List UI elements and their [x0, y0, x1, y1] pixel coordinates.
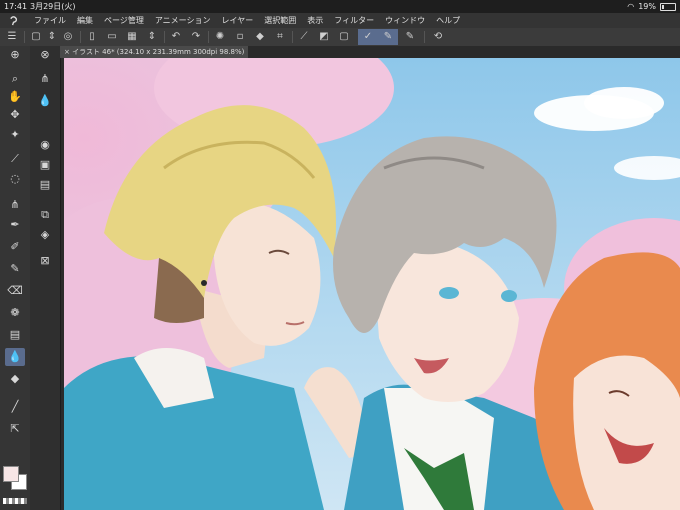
close-icon[interactable]: × — [64, 48, 72, 56]
lasso-icon[interactable]: ⟋ — [296, 29, 312, 45]
text-icon[interactable]: ⇱ — [5, 420, 25, 438]
menu-item[interactable]: ヘルプ — [436, 13, 460, 28]
lasso-icon[interactable]: ◌ — [5, 170, 25, 188]
layer-mask-icon[interactable]: ▣ — [35, 156, 55, 174]
transparent-color-swatch[interactable] — [3, 498, 27, 504]
frame-icon[interactable]: ▢ — [336, 29, 352, 45]
document-tab[interactable]: × イラスト 46* (324.10 x 231.39mm 300dpi 98.… — [60, 46, 249, 58]
battery-icon — [660, 2, 676, 11]
menu-item[interactable]: ファイル — [34, 13, 66, 28]
command-bar: ☰ ▢ ⇕ ◎ ▯ ▭ ▦ ⇕ ↶ ↷ ✺ ▫ ◆ ⌗ ⟋ ◩ ▢ ✓ ✎ ✎ … — [0, 28, 680, 47]
draw-icon[interactable]: ✎ — [402, 29, 418, 45]
zoom-icon[interactable]: ⌕ — [5, 70, 25, 88]
select-pen-icon[interactable]: ✓ — [358, 29, 378, 45]
help-icon[interactable]: ⟲ — [430, 29, 446, 45]
menu-icon[interactable]: ☰ — [4, 29, 20, 45]
decorate-icon[interactable]: ❁ — [5, 304, 25, 322]
menu-items: ファイル 編集 ページ管理 アニメーション レイヤー 選択範囲 表示 フィルター ウィンドウ ヘル… — [34, 13, 460, 28]
layer-color-icon[interactable]: ◉ — [35, 136, 55, 154]
line-icon[interactable]: ╱ — [5, 398, 25, 416]
menu-bar: ファイル 編集 ページ管理 アニメーション レイヤー 選択範囲 表示 フィルター ウィンドウ ヘル… — [0, 13, 680, 29]
separator — [164, 31, 165, 43]
transparency-icon[interactable]: ▦ — [124, 29, 140, 45]
crop-icon[interactable]: ⌗ — [272, 29, 288, 45]
layer-ruler-icon[interactable]: ▤ — [35, 176, 55, 194]
new-layer-icon[interactable]: ⋔ — [35, 70, 55, 88]
spin-icon[interactable]: ✺ — [212, 29, 228, 45]
new-file-icon[interactable]: ▯ — [84, 29, 100, 45]
menu-item[interactable]: 表示 — [307, 13, 323, 28]
select-erase-icon[interactable]: ✎ — [378, 29, 398, 45]
status-right: ◠ 19% — [627, 0, 676, 13]
snap-icon[interactable]: ⇕ — [144, 29, 160, 45]
layer-tools-column: ⊗ ⋔ 💧 ◉ ▣ ▤ ⧉ ◈ ⊠ — [30, 46, 61, 510]
status-bar: 17:41 3月29日(火) ◠ 19% — [0, 0, 680, 13]
document-tab-title: イラスト 46* (324.10 x 231.39mm 300dpi 98.8%… — [72, 48, 245, 56]
illustration — [64, 58, 680, 510]
separator — [292, 31, 293, 43]
marker-icon[interactable]: ✎ — [5, 260, 25, 278]
zoom-icon[interactable]: ⊕ — [5, 46, 25, 64]
pen-icon[interactable]: ✒ — [5, 216, 25, 234]
hand-icon[interactable]: ✋ — [5, 88, 25, 106]
brush-icon[interactable]: ⋔ — [5, 196, 25, 214]
close-icon[interactable]: ⊗ — [35, 46, 55, 64]
fill-icon[interactable]: ◆ — [5, 370, 25, 388]
menu-item[interactable]: フィルター — [334, 13, 374, 28]
document-tabbar: × イラスト 46* (324.10 x 231.39mm 300dpi 98.… — [60, 46, 680, 58]
eyedropper-icon[interactable]: ⟋ — [5, 150, 25, 168]
move-icon[interactable]: ✥ — [5, 106, 25, 124]
resize-icon[interactable]: ⇕ — [44, 29, 60, 45]
menu-item[interactable]: レイヤー — [222, 13, 254, 28]
separator — [208, 31, 209, 43]
tone-icon[interactable]: ◩ — [316, 29, 332, 45]
separator — [80, 31, 81, 43]
pencil-icon[interactable]: ✐ — [5, 238, 25, 256]
undo-icon[interactable]: ↶ — [168, 29, 184, 45]
separator — [24, 31, 25, 43]
wifi-icon: ◠ — [627, 2, 635, 11]
open-file-icon[interactable]: ▭ — [104, 29, 120, 45]
status-time: 17:41 — [4, 2, 28, 11]
tool-palette: ⊕ ⌕ ✋ ✥ ✦ ⟋ ◌ ⋔ ✒ ✐ ✎ ⌫ ❁ ▤ 💧 ◆ ╱ ⇱ — [0, 46, 31, 510]
menu-item[interactable]: ウィンドウ — [385, 13, 425, 28]
blend-icon[interactable]: 💧 — [5, 348, 25, 366]
redo-icon[interactable]: ↷ — [188, 29, 204, 45]
blend-layer-icon[interactable]: 💧 — [35, 92, 55, 110]
main-color-swatch[interactable] — [3, 466, 19, 482]
menu-item[interactable]: 選択範囲 — [264, 13, 296, 28]
magic-wand-icon[interactable]: ✦ — [5, 126, 25, 144]
app-logo-icon[interactable] — [8, 15, 19, 26]
gradient-icon[interactable]: ▤ — [5, 326, 25, 344]
canvas-area[interactable] — [64, 58, 680, 510]
status-date: 3月29日(火) — [30, 2, 76, 11]
color-swatches[interactable] — [3, 466, 27, 490]
clear-icon[interactable]: ▫ — [232, 29, 248, 45]
new-canvas-icon[interactable]: ▢ — [28, 29, 44, 45]
menu-item[interactable]: ページ管理 — [104, 13, 144, 28]
fill-icon[interactable]: ◆ — [252, 29, 268, 45]
layer-folder-icon[interactable]: ⧉ — [35, 206, 55, 224]
eraser-icon[interactable]: ⌫ — [5, 282, 25, 300]
menu-item[interactable]: 編集 — [77, 13, 93, 28]
separator — [424, 31, 425, 43]
battery-percent: 19% — [638, 2, 656, 11]
menu-item[interactable]: アニメーション — [155, 13, 211, 28]
layer-reference-icon[interactable]: ⊠ — [35, 252, 55, 270]
layer-stack-icon[interactable]: ◈ — [35, 226, 55, 244]
save-icon[interactable]: ◎ — [60, 29, 76, 45]
